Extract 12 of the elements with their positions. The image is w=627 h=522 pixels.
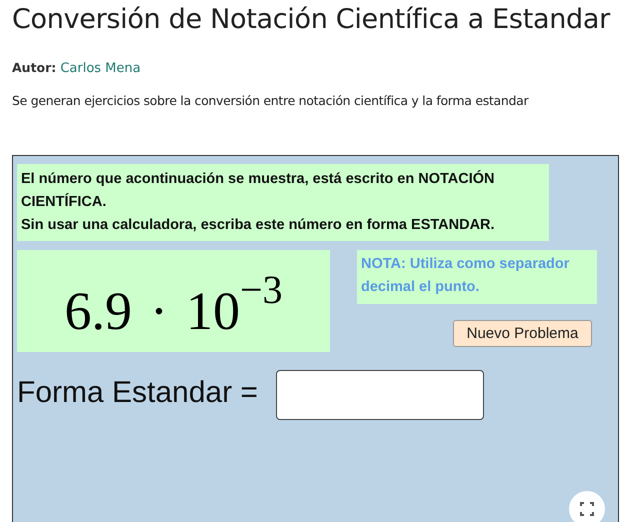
author-label: Autor: <box>12 60 56 75</box>
note-text: NOTA: Utiliza como separador decimal el punto. <box>361 255 570 297</box>
author-link[interactable]: Carlos Mena <box>60 61 141 76</box>
scientific-number: 6.9 · 10$^{−3}$ <box>64 266 283 342</box>
answer-field[interactable] <box>276 370 484 420</box>
fullscreen-icon[interactable] <box>569 491 605 522</box>
answer-label: Forma Estandar = <box>17 376 258 410</box>
description: Se generan ejercicios sobre la conversión entre notación científica y la forma estandar <box>12 93 528 108</box>
new-problem-button[interactable]: Nuevo Problema <box>453 320 592 347</box>
page-title: Conversión de Notación Científica a Estandar <box>12 4 610 35</box>
instruction-text: El número que acontinuación se muestra, está escrito en NOTACIÓN CIENTÍFICA. <box>21 169 496 212</box>
instruction-text: Sin usar una calculadora, escriba este número en forma ESTANDAR. <box>21 216 496 235</box>
